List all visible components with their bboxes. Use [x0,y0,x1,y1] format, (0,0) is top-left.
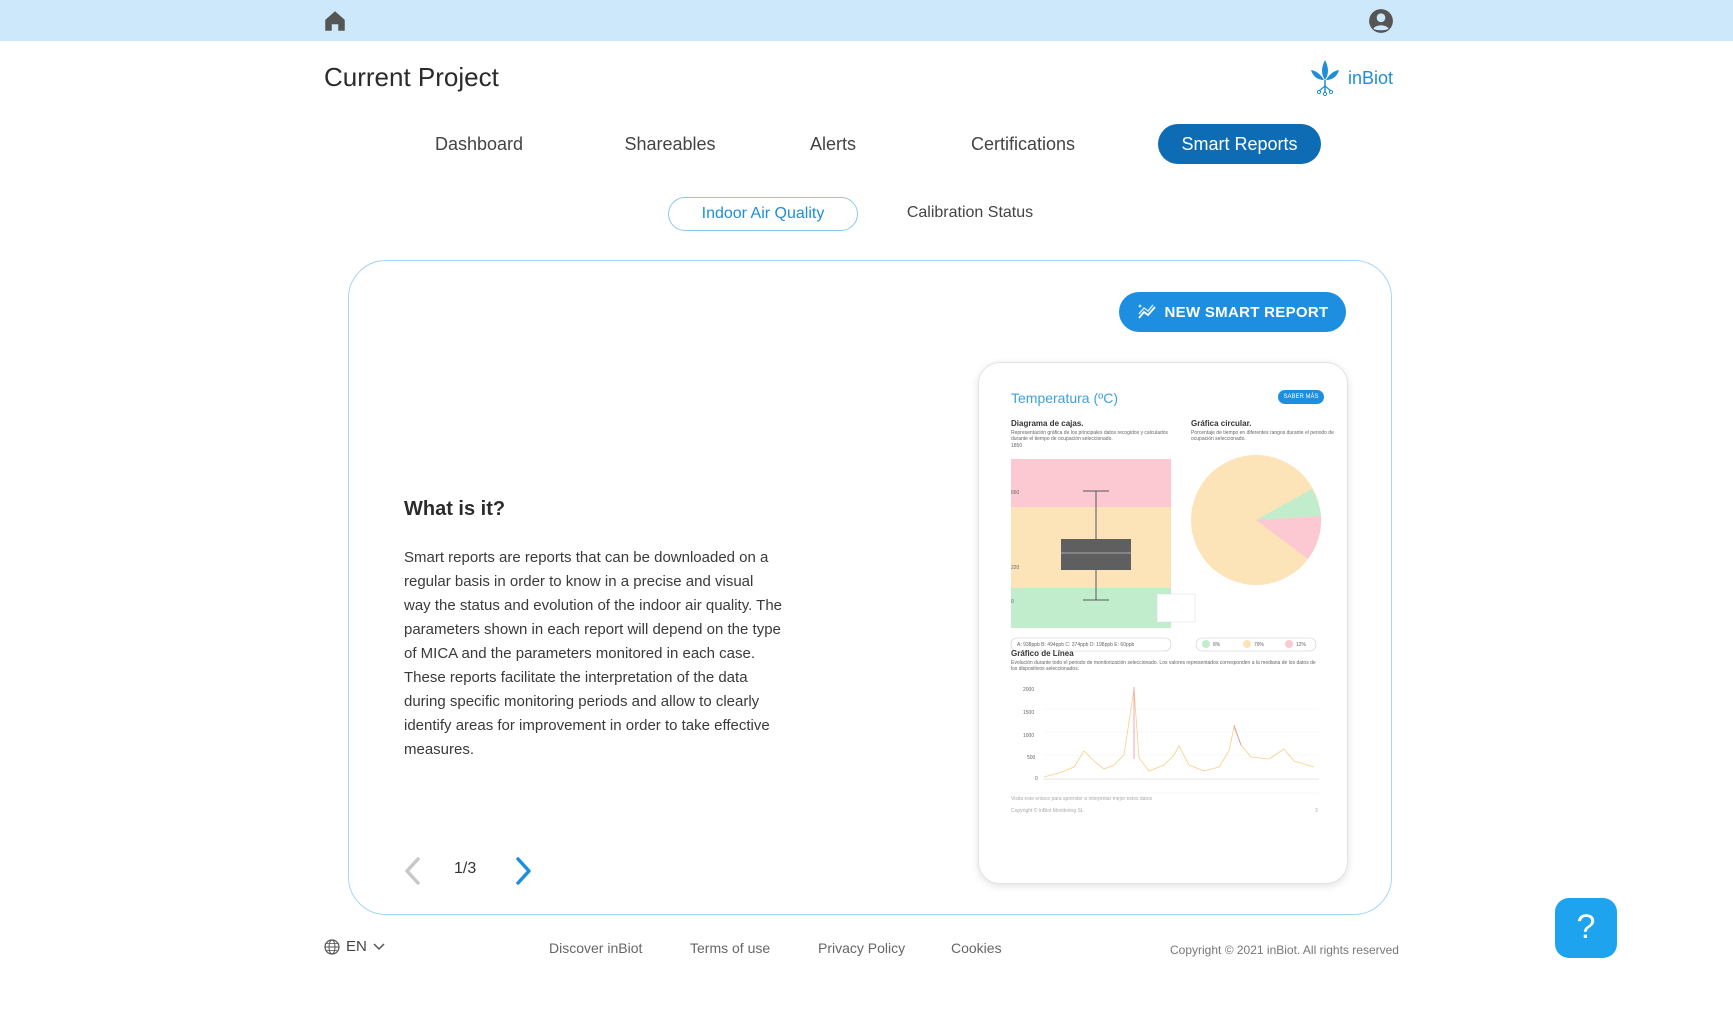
chevron-left-icon[interactable] [402,856,424,886]
footer-copyright: Copyright © 2021 inBiot. All rights rese… [1170,943,1399,957]
chevron-right-icon[interactable] [512,856,534,886]
preview-line-desc: Evolución durante todo el periodo de mon… [1011,660,1316,672]
brand-logo: inBiot [1308,58,1393,98]
chevron-down-icon [373,942,385,950]
pie-legend-mid-dot [1243,640,1251,648]
pie-legend-high-dot [1285,640,1293,648]
account-circle-icon[interactable] [1368,8,1394,34]
box-tick-1850: 1850 [1011,443,1023,449]
brand-name: inBiot [1348,67,1394,88]
tab-dashboard[interactable]: Dashboard [420,124,538,164]
pie-legend-mid: 79% [1254,642,1265,648]
line-tick-1000: 1000 [1023,733,1035,739]
preview-line-title: Gráfico de Línea [1011,649,1074,658]
report-preview: Temperatura (ºC) SABER MÁS Diagrama de c… [978,362,1348,884]
new-smart-report-button[interactable]: NEW SMART REPORT [1119,292,1346,332]
line-tick-1500: 1500 [1023,710,1035,716]
section-heading: What is it? [404,498,506,520]
pie-legend-low: 8% [1213,642,1221,648]
box-legend [1156,593,1196,623]
box-zone-high [1011,459,1171,507]
box-tick-220: 220 [1011,565,1020,571]
pager-indicator: 1/3 [454,860,477,877]
box-tick-0: 0 [1011,599,1014,605]
line-tick-500: 500 [1027,755,1036,761]
inbiot-logo-icon [1311,60,1339,97]
pie-legend-high: 12% [1296,642,1307,648]
pie-legend-low-dot [1202,640,1210,648]
footer-link-terms[interactable]: Terms of use [690,940,770,956]
subtab-indoor-air-quality[interactable]: Indoor Air Quality [668,197,858,231]
preview-charts [1010,455,1322,794]
preview-visit-text: Visita este enlace para aprender a inter… [1011,796,1153,802]
box-stats: A: 938ppb B: 494ppb C: 374ppb D: 198ppb … [1017,642,1135,648]
section-description: Smart reports are reports that can be do… [404,549,783,758]
help-button[interactable]: ? [1555,898,1617,958]
tab-shareables[interactable]: Shareables [612,124,728,164]
box-body [1061,539,1131,570]
box-tick-660: 660 [1011,490,1020,496]
page-title: Current Project [324,62,499,92]
language-label: EN [346,938,367,955]
tab-alerts[interactable]: Alerts [798,124,868,164]
footer-link-discover[interactable]: Discover inBiot [549,940,642,956]
line-series [1043,688,1315,778]
tab-smart-reports[interactable]: Smart Reports [1158,124,1321,164]
line-peak-2 [1233,724,1242,746]
footer-link-cookies[interactable]: Cookies [951,940,1002,956]
tab-certifications[interactable]: Certifications [960,124,1086,164]
chart-sparkle-icon [1137,304,1156,319]
top-bar [0,0,1733,41]
language-selector[interactable]: EN [324,938,385,955]
new-smart-report-label: NEW SMART REPORT [1164,303,1329,321]
globe-icon [324,938,340,955]
home-icon[interactable] [322,8,348,34]
preview-copyright: Copyright © inBiot Monitoring SL [1011,808,1084,814]
main-tabs: Dashboard Shareables Alerts Certificatio… [0,124,1733,164]
box-zone-low [1011,588,1171,628]
footer-link-privacy[interactable]: Privacy Policy [818,940,905,956]
preview-page-number: 3 [1315,808,1318,814]
line-tick-0: 0 [1035,776,1038,782]
line-tick-2000: 2000 [1023,687,1035,693]
subtab-calibration-status[interactable]: Calibration Status [890,197,1050,231]
